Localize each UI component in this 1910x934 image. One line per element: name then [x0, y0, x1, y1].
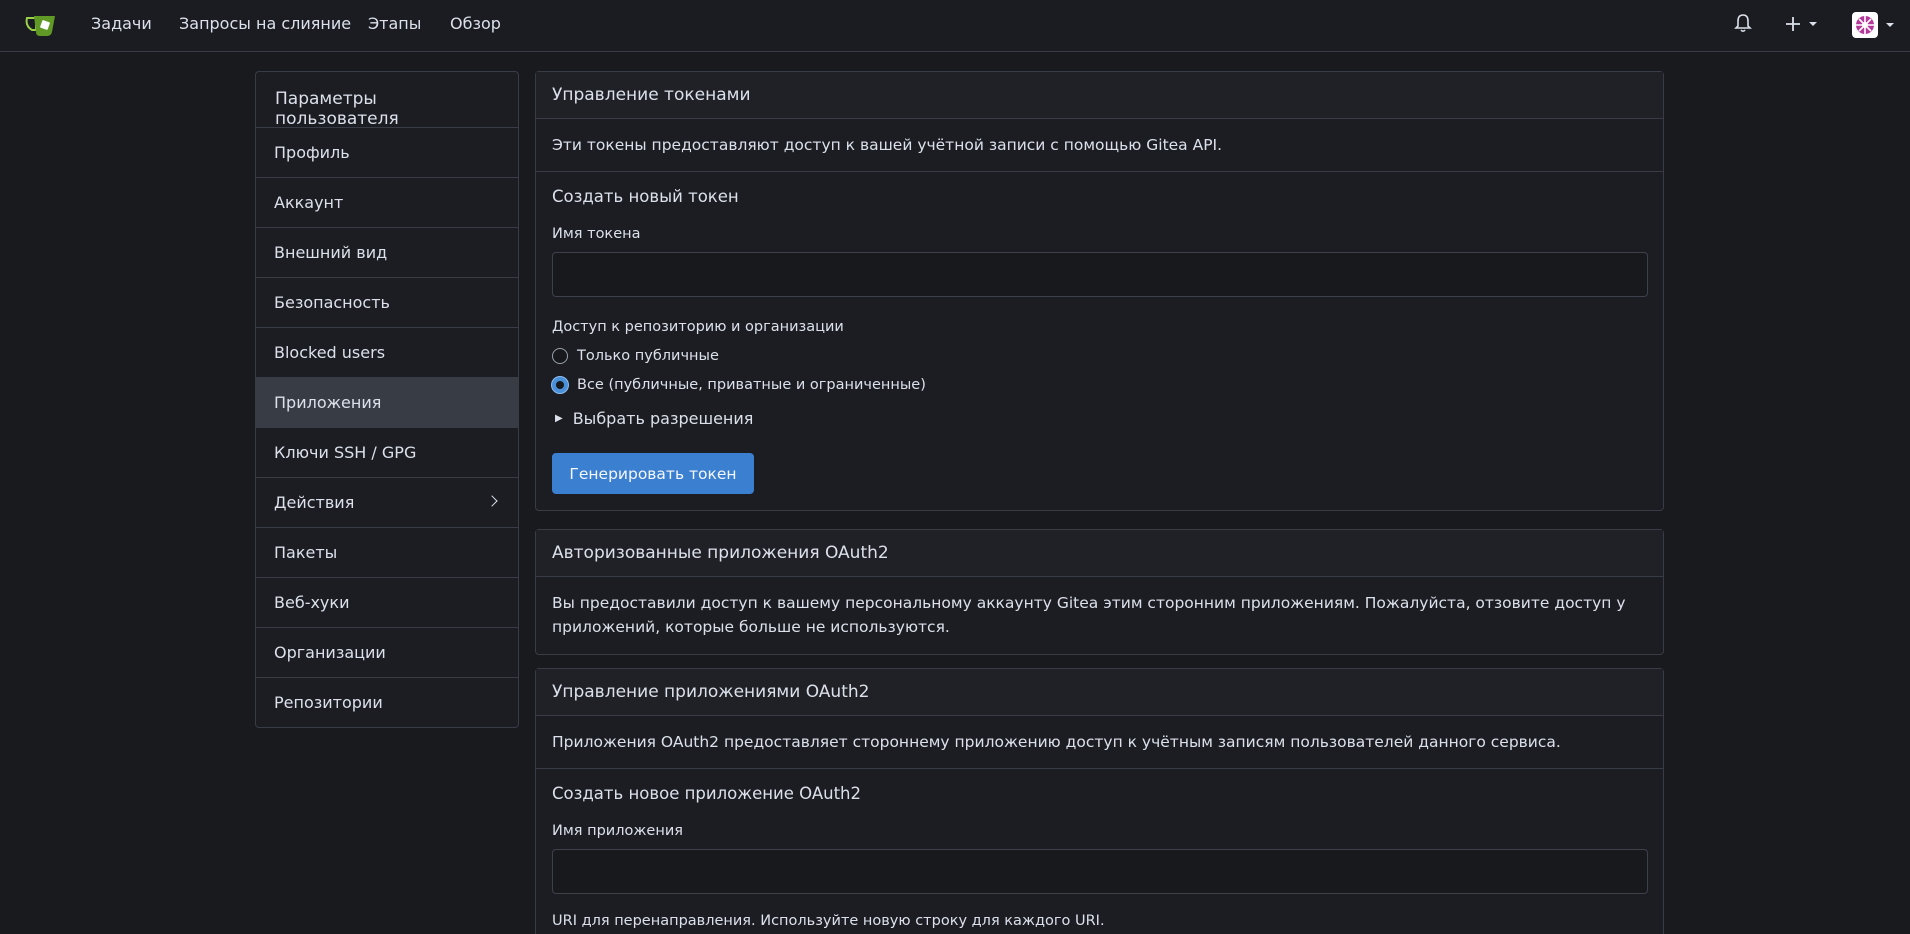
authorized-oauth2-description: Вы предоставили доступ к вашему персонал…: [552, 594, 1626, 636]
caret-right-icon: ▶: [555, 413, 563, 424]
authorized-oauth2-title: Авторизованные приложения OAuth2: [536, 530, 1663, 577]
app-name-input[interactable]: [552, 849, 1648, 894]
bell-icon[interactable]: [1734, 13, 1752, 33]
radio-label: Все (публичные, приватные и ограниченные…: [577, 376, 926, 393]
gitea-logo-icon[interactable]: [24, 12, 58, 38]
token-management-panel: Управление токенами Эти токены предостав…: [535, 71, 1664, 511]
generate-token-button[interactable]: Генерировать токен: [552, 453, 754, 494]
sidebar-item-blocked-users[interactable]: Blocked users: [256, 328, 518, 378]
create-menu[interactable]: [1785, 14, 1821, 34]
token-description: Эти токены предоставляют доступ к вашей …: [552, 136, 1223, 154]
oauth2-apps-title: Управление приложениями OAuth2: [536, 669, 1663, 716]
sidebar-item-repositories[interactable]: Репозитории: [256, 678, 518, 727]
repo-access-label: Доступ к репозиторию и организации: [552, 319, 844, 335]
sidebar-item-security[interactable]: Безопасность: [256, 278, 518, 328]
sidebar-item-profile[interactable]: Профиль: [256, 128, 518, 178]
token-name-input[interactable]: [552, 252, 1648, 297]
create-oauth2-app-title: Создать новое приложение OAuth2: [552, 784, 862, 803]
nav-explore[interactable]: Обзор: [450, 14, 501, 33]
top-navbar: Задачи Запросы на слияние Этапы Обзор: [0, 0, 1910, 52]
nav-issues[interactable]: Задачи: [91, 14, 152, 33]
token-name-label: Имя токена: [552, 226, 641, 242]
plus-icon: [1786, 17, 1817, 31]
user-menu[interactable]: [1852, 12, 1896, 38]
sidebar-item-actions[interactable]: Действия: [256, 478, 518, 528]
nav-milestones[interactable]: Этапы: [368, 14, 421, 33]
sidebar-item-organizations[interactable]: Организации: [256, 628, 518, 678]
sidebar-item-webhooks[interactable]: Веб-хуки: [256, 578, 518, 628]
create-token-form: Создать новый токен Имя токена Доступ к …: [536, 172, 1663, 510]
sidebar-item-applications[interactable]: Приложения: [256, 378, 518, 428]
oauth2-apps-panel: Управление приложениями OAuth2 Приложени…: [535, 668, 1664, 934]
redirect-uri-label: URI для перенаправления. Используйте нов…: [552, 913, 1105, 929]
avatar: [1852, 12, 1894, 38]
sidebar-item-account[interactable]: Аккаунт: [256, 178, 518, 228]
sidebar-item-label: Действия: [274, 493, 355, 512]
radio-button-checked[interactable]: [552, 376, 568, 393]
sidebar-item-appearance[interactable]: Внешний вид: [256, 228, 518, 278]
sidebar-item-ssh-gpg-keys[interactable]: Ключи SSH / GPG: [256, 428, 518, 478]
chevron-right-icon: [486, 495, 498, 507]
select-permissions-label: Выбрать разрешения: [572, 409, 754, 428]
sidebar-title: Параметры пользователя: [256, 72, 518, 129]
oauth2-apps-description: Приложения OAuth2 предоставляет сторонне…: [552, 733, 1561, 751]
radio-all[interactable]: Все (публичные, приватные и ограниченные…: [552, 370, 1647, 399]
app-name-label: Имя приложения: [552, 823, 683, 839]
token-management-title: Управление токенами: [536, 72, 1663, 119]
create-oauth2-app-form: Создать новое приложение OAuth2 Имя прил…: [536, 769, 1663, 934]
radio-public-only[interactable]: Только публичные: [552, 341, 1647, 370]
nav-pull-requests[interactable]: Запросы на слияние: [179, 14, 351, 33]
radio-button[interactable]: [552, 347, 568, 364]
authorized-oauth2-panel: Авторизованные приложения OAuth2 Вы пред…: [535, 529, 1664, 655]
select-permissions-toggle[interactable]: ▶ Выбрать разрешения: [552, 407, 1647, 431]
settings-sidebar: Параметры пользователя Профиль Аккаунт В…: [255, 71, 519, 728]
create-token-title: Создать новый токен: [552, 187, 739, 206]
sidebar-item-packages[interactable]: Пакеты: [256, 528, 518, 578]
radio-label: Только публичные: [577, 347, 719, 364]
